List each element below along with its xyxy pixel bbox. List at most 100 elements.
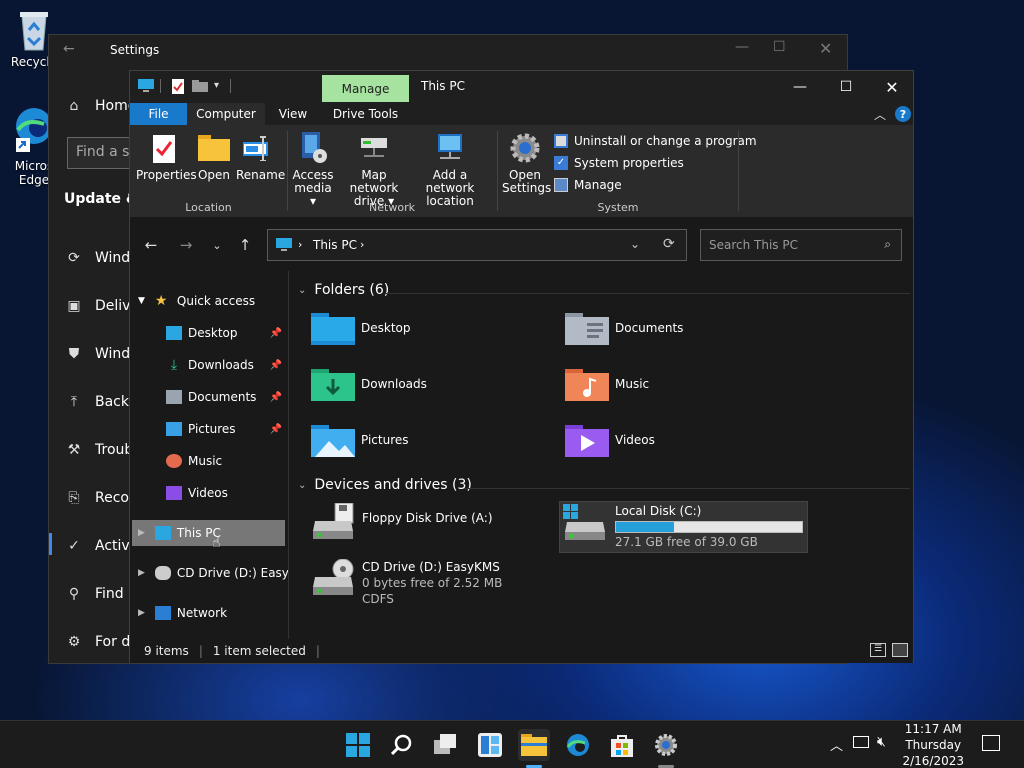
nav-desktop-label: Desktop — [188, 326, 238, 340]
nav-pictures[interactable]: Pictures 📌 — [166, 417, 286, 441]
system-properties-button[interactable]: ✓ System properties — [554, 154, 684, 172]
search-box[interactable]: Search This PC ⌕ — [700, 229, 902, 261]
breadcrumb-separator-icon[interactable]: › — [298, 238, 302, 251]
manage-button[interactable]: Manage — [554, 176, 622, 194]
tab-computer[interactable]: Computer — [187, 103, 265, 125]
folder-music[interactable]: Music — [565, 367, 649, 401]
network-icon — [154, 606, 171, 620]
map-drive-label-1: Map network — [349, 168, 399, 195]
nav-quick-access[interactable]: ▼ ★ Quick access — [138, 289, 286, 313]
explorer-maximize-button[interactable]: ☐ — [823, 71, 869, 103]
help-icon[interactable]: ? — [895, 106, 911, 122]
settings-close-button[interactable]: ✕ — [819, 39, 832, 58]
pin-icon: 📌 — [269, 391, 282, 403]
show-hidden-icons-chevron-icon[interactable]: ︿ — [830, 735, 843, 754]
recent-locations-button[interactable]: ⌄ — [206, 234, 228, 256]
collapse-ribbon-chevron-icon[interactable]: ︿ — [874, 106, 886, 123]
status-item-count: 9 items — [144, 644, 189, 658]
breadcrumb-this-pc[interactable]: This PC — [313, 238, 357, 252]
open-settings-button[interactable]: Open Settings — [502, 131, 551, 195]
add-network-location-button[interactable]: Add a network location — [412, 131, 488, 208]
edge-taskbar-button[interactable] — [562, 729, 594, 761]
address-bar[interactable]: › This PC › ⌄ ⟳ — [267, 229, 687, 261]
tab-drive-tools[interactable]: Drive Tools — [322, 103, 409, 125]
explorer-minimize-button[interactable]: — — [777, 71, 823, 103]
status-bar: 9 items | 1 item selected | ☰ — [130, 639, 913, 663]
details-view-icon[interactable]: ☰ — [870, 643, 886, 657]
section-divider — [385, 293, 910, 294]
properties-icon — [153, 135, 175, 163]
map-network-drive-button[interactable]: Map network drive ▾ — [338, 131, 410, 208]
properties-button[interactable]: Properties — [136, 131, 197, 182]
refresh-icon[interactable]: ⟳ — [663, 236, 675, 252]
new-folder-qat-icon[interactable] — [192, 80, 208, 92]
widgets-button[interactable] — [474, 729, 506, 761]
star-icon: ★ — [154, 293, 168, 309]
settings-maximize-button[interactable]: ☐ — [773, 39, 786, 55]
access-media-button[interactable]: Access media ▾ — [290, 131, 336, 208]
breadcrumb-chevron-icon[interactable]: › — [360, 238, 364, 251]
address-dropdown-chevron-icon[interactable]: ⌄ — [630, 237, 640, 251]
tab-file[interactable]: File — [130, 103, 187, 125]
forward-button[interactable]: → — [175, 234, 197, 256]
cd-drive-item[interactable] — [311, 558, 355, 598]
file-explorer-taskbar-button[interactable] — [518, 729, 550, 761]
tab-view[interactable]: View — [268, 103, 318, 125]
backup-icon: ⤒ — [70, 394, 78, 410]
qat-divider — [230, 79, 231, 93]
folder-documents[interactable]: Documents — [565, 311, 683, 345]
section-divider — [464, 488, 910, 489]
local-disk-usage-fill — [616, 522, 674, 532]
nav-downloads[interactable]: ⤓ Downloads 📌 — [166, 353, 286, 377]
floppy-drive-item[interactable] — [311, 502, 355, 542]
devices-section-header[interactable]: ⌄ Devices and drives (3) — [298, 477, 472, 493]
folder-pictures[interactable]: Pictures — [311, 423, 409, 457]
folder-downloads[interactable]: Downloads — [311, 367, 427, 401]
taskbar-search-button[interactable] — [386, 729, 418, 761]
large-icons-view-icon[interactable] — [892, 643, 908, 657]
nav-cd-drive[interactable]: ▶ CD Drive (D:) EasyKM — [138, 561, 288, 585]
nav-music[interactable]: Music — [166, 449, 286, 473]
search-placeholder: Search This PC — [709, 238, 798, 252]
file-explorer-window[interactable]: ▾ Manage This PC — ☐ ✕ File Computer Vie… — [129, 70, 914, 663]
settings-taskbar-button[interactable] — [650, 729, 682, 761]
explorer-close-button[interactable]: ✕ — [869, 71, 915, 103]
nav-network[interactable]: ▶ Network — [138, 601, 286, 625]
qat-customize-chevron-icon[interactable]: ▾ — [214, 80, 219, 91]
refresh-icon: ⟳ — [68, 250, 80, 266]
manage-contextual-tab[interactable]: Manage — [322, 75, 409, 102]
up-button[interactable]: ↑ — [234, 234, 256, 256]
explorer-title-bar[interactable]: ▾ Manage This PC — ☐ ✕ — [130, 71, 913, 103]
arrow-right-icon: → — [179, 236, 193, 254]
desktop-folder-icon — [166, 326, 182, 340]
collapse-chevron-icon: ⌄ — [298, 284, 307, 296]
volume-muted-icon[interactable]: 🔇︎ — [877, 734, 886, 750]
system-clock[interactable]: 11:17 AM Thursday 2/16/2023 — [902, 721, 964, 768]
settings-search-input[interactable]: Find a se — [67, 137, 137, 169]
network-status-icon[interactable] — [853, 736, 869, 748]
properties-qat-icon[interactable] — [172, 79, 184, 94]
open-folder-icon — [198, 135, 230, 161]
back-arrow-icon[interactable]: ← — [63, 41, 75, 57]
notification-center-icon[interactable] — [982, 735, 1000, 751]
nav-documents[interactable]: Documents 📌 — [166, 385, 286, 409]
nav-desktop[interactable]: Desktop 📌 — [166, 321, 286, 345]
settings-gear-icon — [510, 133, 540, 163]
folder-desktop[interactable]: Desktop — [311, 311, 411, 345]
pictures-icon — [166, 422, 182, 436]
start-button[interactable] — [342, 729, 374, 761]
folder-videos[interactable]: Videos — [565, 423, 655, 457]
uninstall-program-button[interactable]: Uninstall or change a program — [554, 132, 757, 150]
nav-downloads-label: Downloads — [188, 358, 254, 372]
store-taskbar-button[interactable] — [606, 729, 638, 761]
rename-button[interactable]: Rename — [236, 131, 285, 182]
settings-minimize-button[interactable]: — — [735, 39, 749, 55]
task-view-button[interactable] — [430, 729, 462, 761]
back-button[interactable]: ← — [140, 234, 162, 256]
music-folder-icon — [565, 369, 609, 401]
open-button[interactable]: Open — [196, 131, 232, 182]
open-label: Open — [197, 168, 231, 182]
pane-divider[interactable] — [288, 271, 289, 639]
folders-section-header[interactable]: ⌄ Folders (6) — [298, 282, 389, 298]
nav-videos[interactable]: Videos — [166, 481, 286, 505]
